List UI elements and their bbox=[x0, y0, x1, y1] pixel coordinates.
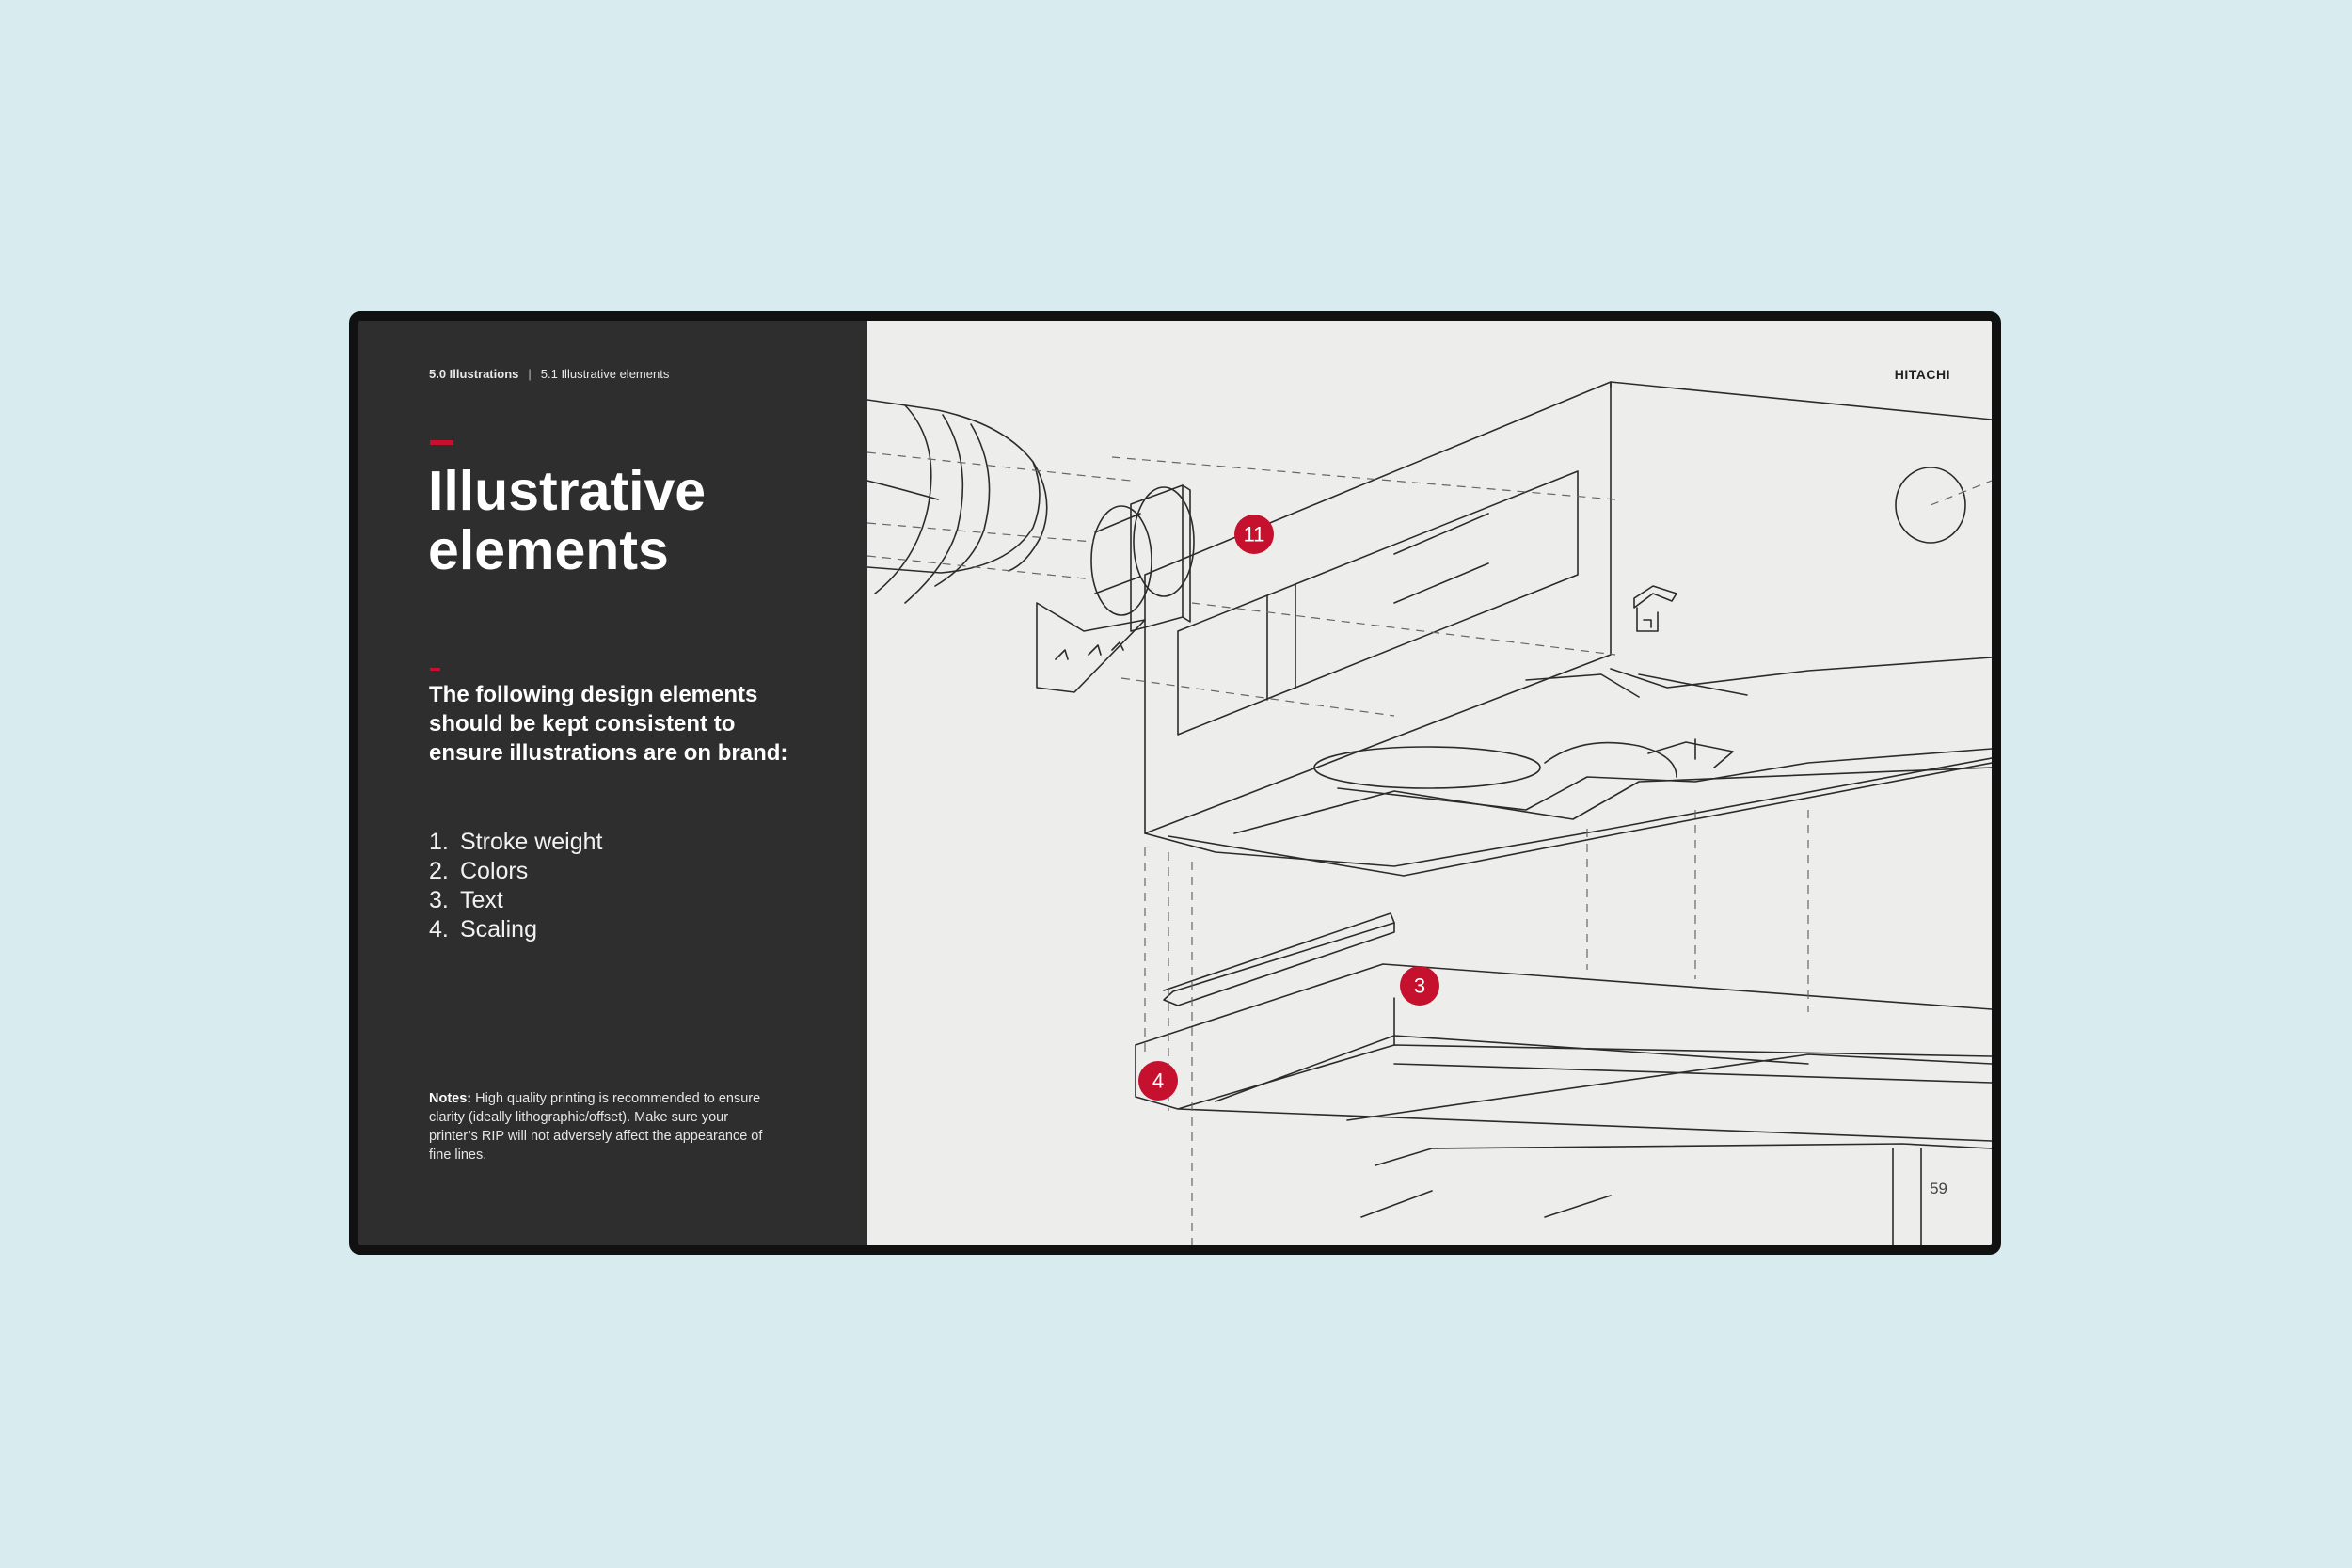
list-item: 2. Colors bbox=[429, 858, 529, 884]
callout-11: 11 bbox=[1234, 515, 1274, 554]
left-panel: 5.0 Illustrations | 5.1 Illustrative eleme… bbox=[358, 321, 867, 1245]
page-title: Illustrative elements bbox=[428, 462, 842, 580]
callout-3: 3 bbox=[1400, 966, 1439, 1006]
illustration-panel: 11 3 4 HITACHI 59 bbox=[867, 321, 1992, 1245]
notes-text: High quality printing is recommended to … bbox=[429, 1091, 763, 1163]
element-list: 1. Stroke weight 2. Colors 3. Text 4. Scalin… bbox=[429, 828, 602, 944]
page-number: 59 bbox=[1930, 1180, 1947, 1197]
svg-text:3: 3 bbox=[1414, 974, 1425, 998]
callout-4: 4 bbox=[1138, 1061, 1178, 1101]
breadcrumb-separator: | bbox=[528, 367, 532, 381]
duct-collar bbox=[1130, 484, 1184, 632]
duct-pipe bbox=[867, 399, 1041, 574]
exploded-unit-illustration: 11 3 4 bbox=[867, 381, 1992, 1245]
bottom-tray bbox=[1135, 963, 1992, 1142]
breadcrumb-subsection: 5.1 Illustrative elements bbox=[540, 367, 670, 381]
hitachi-logo: HITACHI bbox=[1894, 367, 1950, 382]
accent-dash bbox=[430, 668, 440, 671]
device-frame: 5.0 Illustrations | 5.1 Illustrative eleme… bbox=[349, 311, 2001, 1255]
breadcrumb-section: 5.0 Illustrations bbox=[429, 367, 519, 381]
slide: 5.0 Illustrations | 5.1 Illustrative eleme… bbox=[358, 321, 1992, 1245]
list-item: 1. Stroke weight bbox=[429, 829, 603, 855]
notes: Notes: High quality printing is recommen… bbox=[429, 1089, 768, 1164]
breadcrumb: 5.0 Illustrations | 5.1 Illustrative eleme… bbox=[429, 367, 669, 381]
middle-strip bbox=[1163, 922, 1395, 1006]
unit-housing bbox=[1144, 381, 1992, 834]
intro-text: The following design elements should be … bbox=[429, 682, 788, 766]
page-title-line-2: elements bbox=[428, 519, 669, 581]
list-item: 4. Scaling bbox=[429, 916, 537, 942]
notes-label: Notes: bbox=[429, 1091, 472, 1106]
svg-text:4: 4 bbox=[1152, 1069, 1164, 1093]
page-title-line-1: Illustrative bbox=[428, 460, 707, 522]
accent-bar bbox=[430, 440, 453, 445]
svg-text:11: 11 bbox=[1244, 523, 1265, 546]
list-item: 3. Text bbox=[429, 887, 503, 913]
